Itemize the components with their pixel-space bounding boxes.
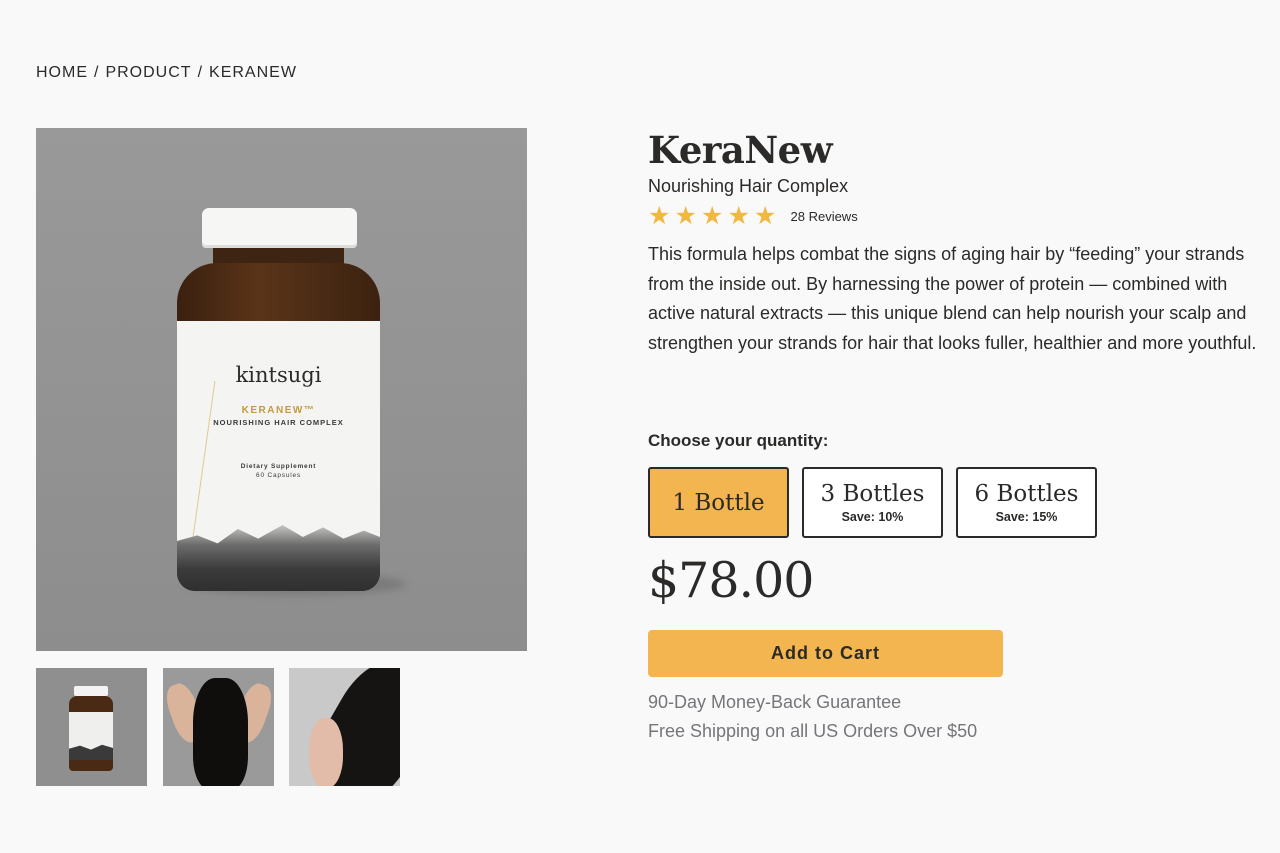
label-supplement: Dietary Supplement [240,463,317,470]
breadcrumb-home[interactable]: HOME [36,64,88,82]
quantity-option-name: 6 Bottles [974,481,1079,507]
quantity-option-1-bottle[interactable]: 1 Bottle [648,467,789,538]
star-icon: ★ [648,202,671,230]
breadcrumb-product[interactable]: PRODUCT [105,64,191,82]
product-price: $78.00 [648,552,814,609]
bottle-body: kintsugi KERANEW™ NOURISHING HAIR COMPLE… [177,263,380,591]
reviews-link[interactable]: 28 Reviews [791,209,858,224]
quantity-option-3-bottles[interactable]: 3 Bottles Save: 10% [802,467,943,538]
rating: ★ ★ ★ ★ ★ 28 Reviews [648,204,858,229]
quantity-label: Choose your quantity: [648,431,829,450]
quantity-option-name: 3 Bottles [820,481,925,507]
breadcrumb-separator: / [94,64,100,81]
quantity-option-savings: Save: 15% [995,510,1058,524]
product-subtitle: Nourishing Hair Complex [648,176,849,196]
curly-hair [193,678,248,786]
product-title: KeraNew [648,128,833,172]
mini-bottle [69,686,113,771]
shipping-text: Free Shipping on all US Orders Over $50 [648,721,978,741]
label-capsules: 60 Capsules [256,472,301,479]
add-to-cart-button[interactable]: Add to Cart [648,630,1003,677]
label-product-name: KERANEW™ [241,405,316,416]
quantity-option-savings: Save: 10% [841,510,904,524]
star-icon: ★ [727,202,750,230]
bottle-label [177,321,380,591]
thumbnail-hair-back[interactable] [163,668,274,786]
breadcrumb-separator: / [197,64,204,81]
quantity-option-name: 1 Bottle [672,489,765,516]
bottle-cap [202,208,357,248]
quantity-option-6-bottles[interactable]: 6 Bottles Save: 15% [956,467,1097,538]
star-icon: ★ [674,202,697,230]
thumbnail-bottle[interactable] [36,668,147,786]
product-description: This formula helps combat the signs of a… [648,244,1257,353]
mini-bottle-cap [74,686,108,696]
breadcrumb: HOME / PRODUCT / KERANEW [36,64,297,82]
star-icon: ★ [754,202,777,230]
thumbnail-hair-hand[interactable] [289,668,400,786]
breadcrumb-current: KERANEW [209,64,297,81]
label-product-subtitle: NOURISHING HAIR COMPLEX [213,418,344,427]
star-icon: ★ [701,202,724,230]
main-product-image: kintsugi KERANEW™ NOURISHING HAIR COMPLE… [36,128,527,651]
supplement-bottle: kintsugi KERANEW™ NOURISHING HAIR COMPLE… [177,208,380,591]
hand [309,718,343,786]
guarantee-text: 90-Day Money-Back Guarantee [648,692,902,712]
label-brand: kintsugi [235,363,322,387]
mini-bottle-body [69,696,113,771]
